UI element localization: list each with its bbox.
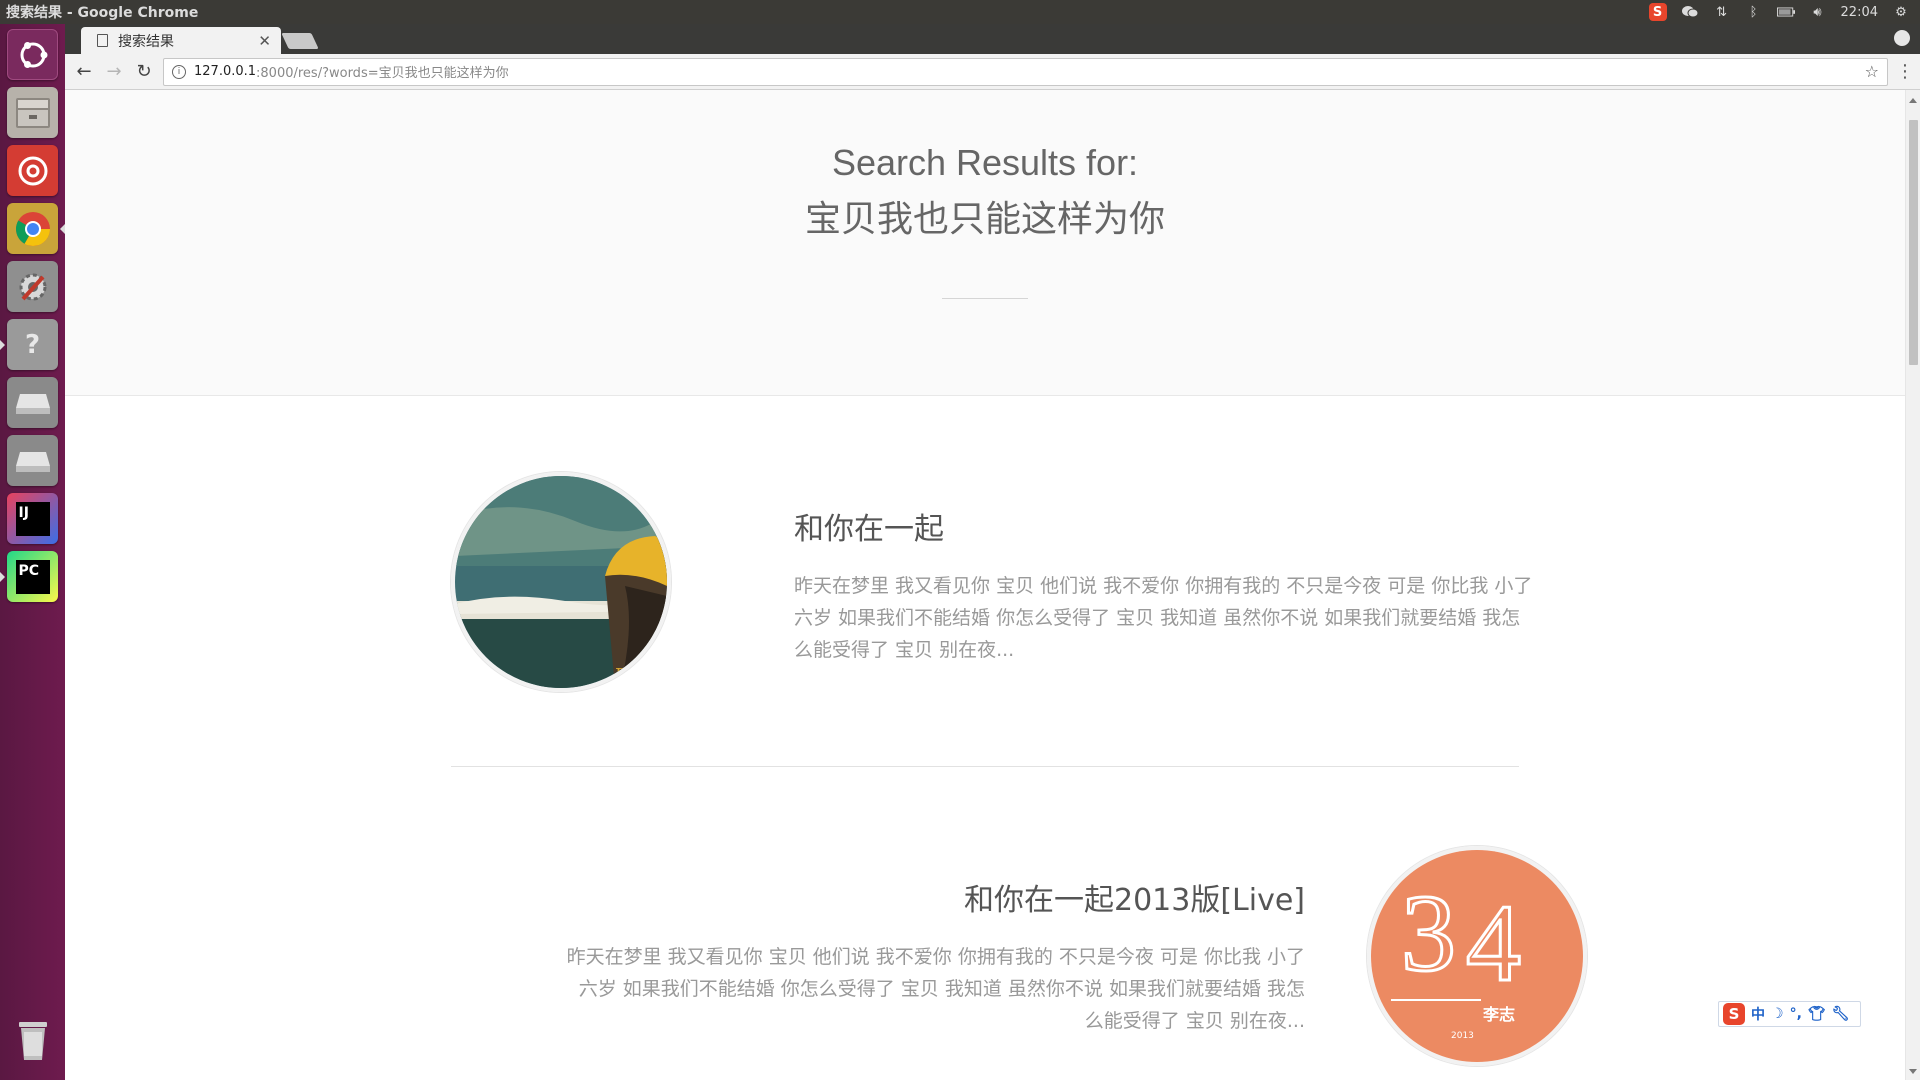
- clock[interactable]: 22:04: [1841, 5, 1878, 20]
- address-bar[interactable]: i 127.0.0.1 :8000/res/?words=宝贝我也只能这样为你 …: [163, 57, 1888, 86]
- ime-status-bar[interactable]: S 中 ☽ °, 👕︎ 🔧︎: [1718, 1001, 1861, 1027]
- search-results-label: Search Results for:: [831, 142, 1139, 183]
- url-host: 127.0.0.1: [194, 64, 257, 79]
- bluetooth-icon[interactable]: ᛒ: [1745, 4, 1763, 20]
- moon-icon[interactable]: ☽: [1771, 1006, 1784, 1022]
- page-icon: [97, 34, 108, 47]
- result-item[interactable]: 3 4 李志 2013 和你在一起2013版[Live] 昨天在梦里 我又看见你…: [65, 767, 1905, 1080]
- svg-text:3: 3: [1401, 872, 1456, 994]
- sogou-logo-icon[interactable]: S: [1723, 1003, 1745, 1025]
- menu-icon[interactable]: ⋮: [1896, 61, 1914, 82]
- tab-search-results[interactable]: 搜索结果 ✕: [81, 27, 281, 54]
- profile-icon[interactable]: [1894, 30, 1910, 46]
- info-icon[interactable]: i: [172, 64, 186, 79]
- svg-text:B: B: [615, 665, 628, 686]
- search-header: Search Results for: 宝贝我也只能这样为你: [65, 90, 1905, 396]
- forward-arrow-icon[interactable]: →: [103, 61, 125, 83]
- shirt-icon[interactable]: 👕︎: [1808, 1006, 1826, 1022]
- scroll-up-arrow-icon[interactable]: [1909, 98, 1917, 103]
- divider: [942, 298, 1028, 299]
- tab-title: 搜索结果: [118, 33, 174, 50]
- drive-icon[interactable]: [7, 377, 58, 428]
- song-title[interactable]: 和你在一起: [794, 504, 944, 548]
- ubuntu-dash-icon[interactable]: [7, 29, 58, 80]
- cover-artist-text: 李志: [1482, 1005, 1515, 1024]
- sogou-ime-tray-icon[interactable]: S: [1648, 3, 1667, 21]
- pycharm-icon[interactable]: PC: [7, 551, 58, 602]
- system-top-bar: 搜索结果 - Google Chrome S ⇅ ᛒ 🔊︎ 22:04 ⚙: [0, 0, 1920, 24]
- battery-icon[interactable]: [1776, 4, 1795, 20]
- netease-music-icon[interactable]: [7, 145, 58, 196]
- close-icon[interactable]: ✕: [258, 32, 271, 50]
- back-arrow-icon[interactable]: ←: [73, 61, 95, 83]
- svg-text:4: 4: [1466, 882, 1521, 1004]
- svg-text:2013: 2013: [1451, 1031, 1474, 1041]
- unity-launcher: ? IJ PC: [0, 24, 65, 1080]
- volume-icon[interactable]: 🔊︎: [1809, 4, 1827, 20]
- help-icon[interactable]: ?: [7, 319, 58, 370]
- song-title[interactable]: 和你在一起2013版[Live]: [555, 875, 1305, 919]
- window-title: 搜索结果 - Google Chrome: [6, 5, 199, 21]
- browser-toolbar: ← → ↻ i 127.0.0.1 :8000/res/?words=宝贝我也只…: [65, 54, 1920, 90]
- reload-icon[interactable]: ↻: [133, 61, 155, 83]
- system-tray: S ⇅ ᛒ 🔊︎ 22:04 ⚙: [1648, 3, 1920, 21]
- lyrics-excerpt: 昨天在梦里 我又看见你 宝贝 他们说 我不爱你 你拥有我的 不只是今夜 可是 你…: [566, 946, 1305, 1032]
- chrome-icon[interactable]: [7, 203, 58, 254]
- search-query: 宝贝我也只能这样为你: [804, 199, 1165, 240]
- running-indicator: [0, 572, 5, 582]
- running-indicator: [0, 340, 5, 350]
- punctuation-icon[interactable]: °,: [1790, 1006, 1802, 1022]
- drive-icon[interactable]: [7, 435, 58, 486]
- intellij-icon[interactable]: IJ: [7, 493, 58, 544]
- wechat-icon[interactable]: [1681, 4, 1699, 20]
- ime-mode[interactable]: 中: [1751, 1004, 1765, 1024]
- album-cover[interactable]: 3 4 李志 2013: [1367, 846, 1587, 1066]
- browser-window: 搜索结果 ✕ ← → ↻ i 127.0.0.1 :8000/res/?word…: [65, 24, 1920, 1080]
- album-cover[interactable]: B: [451, 472, 671, 692]
- files-icon[interactable]: [7, 87, 58, 138]
- network-icon[interactable]: ⇅: [1713, 4, 1731, 20]
- scroll-thumb[interactable]: [1909, 120, 1918, 365]
- new-tab-button[interactable]: [281, 33, 319, 49]
- lyrics-excerpt: 昨天在梦里 我又看见你 宝贝 他们说 我不爱你 你拥有我的 不只是今夜 可是 你…: [794, 575, 1533, 661]
- wrench-icon[interactable]: 🔧︎: [1832, 1006, 1850, 1022]
- vertical-scrollbar[interactable]: [1905, 90, 1920, 1080]
- system-settings-icon[interactable]: [7, 261, 58, 312]
- bookmark-star-icon[interactable]: ☆: [1865, 62, 1879, 81]
- trash-icon[interactable]: [7, 1014, 58, 1065]
- tab-strip: 搜索结果 ✕: [65, 24, 1920, 54]
- page-content: Search Results for: 宝贝我也只能这样为你 B 和你在一起 昨…: [65, 90, 1920, 1080]
- result-item[interactable]: B 和你在一起 昨天在梦里 我又看见你 宝贝 他们说 我不爱你 你拥有我的 不只…: [65, 396, 1905, 726]
- url-path: :8000/res/?words=宝贝我也只能这样为你: [256, 66, 509, 81]
- gear-icon[interactable]: ⚙: [1892, 4, 1910, 20]
- scroll-down-arrow-icon[interactable]: [1909, 1069, 1917, 1074]
